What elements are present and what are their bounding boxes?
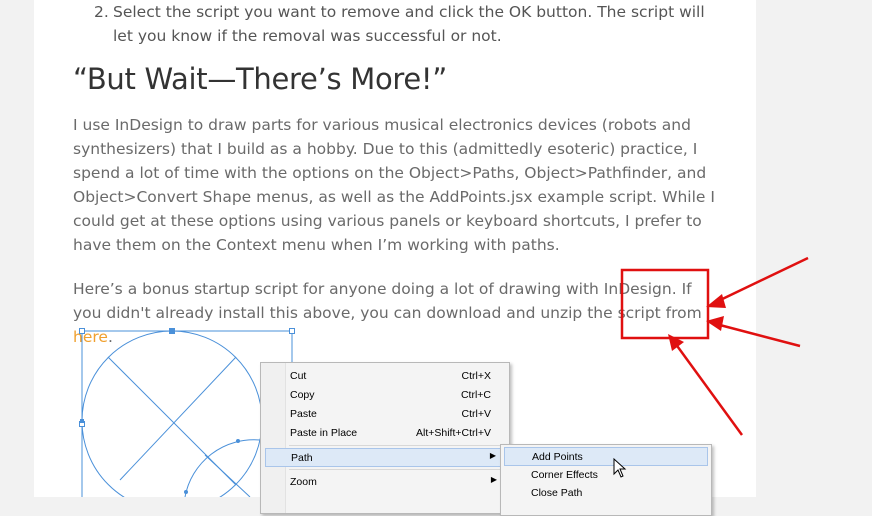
menu-item-label: Path [291, 452, 313, 464]
menu-separator [289, 469, 503, 470]
menu-item-label: Paste in Place [290, 427, 358, 439]
paragraph-bonus: Here’s a bonus startup script for anyone… [73, 277, 723, 349]
menu-item-shortcut: Ctrl+V [461, 408, 491, 420]
menu-item-shortcut: Ctrl+X [461, 370, 491, 382]
download-link[interactable]: here [73, 328, 108, 346]
menu-item-path[interactable]: Path ▶ [265, 448, 505, 467]
paragraph-bonus-text: Here’s a bonus startup script for anyone… [73, 280, 702, 322]
paragraph-bonus-end: . [107, 328, 113, 346]
menu-item-shortcut: Ctrl+C [460, 389, 491, 401]
menu-item-label: Copy [290, 389, 315, 401]
menu-item-label: Zoom [290, 476, 317, 488]
list-text: Select the script you want to remove and… [113, 3, 705, 45]
submenu-item-close-path[interactable]: Close Path [504, 484, 708, 503]
submenu-item-label: Corner Effects [531, 469, 598, 481]
submenu-item-corner-effects[interactable]: Corner Effects [504, 466, 708, 485]
menu-item-cut[interactable]: Cut Ctrl+X [265, 367, 505, 386]
menu-item-label: Cut [290, 370, 307, 382]
submenu-item-label: Close Path [531, 487, 583, 499]
menu-item-zoom[interactable]: Zoom ▶ [265, 473, 505, 492]
submenu-item-label: Add Points [532, 451, 583, 463]
path-submenu: Add Points Corner Effects Close Path [500, 444, 712, 516]
menu-item-shortcut: Alt+Shift+Ctrl+V [416, 427, 491, 439]
paragraph-intro: I use InDesign to draw parts for various… [73, 116, 715, 254]
submenu-arrow-icon: ▶ [490, 475, 497, 484]
context-menu: Cut Ctrl+X Copy Ctrl+C Paste Ctrl+V Past… [260, 362, 510, 514]
menu-item-paste[interactable]: Paste Ctrl+V [265, 405, 505, 424]
section-heading: “But Wait—There’s More!” [73, 62, 447, 96]
submenu-arrow-icon: ▶ [489, 451, 496, 460]
menu-item-copy[interactable]: Copy Ctrl+C [265, 386, 505, 405]
list-number: 2. [94, 3, 109, 21]
submenu-item-add-points[interactable]: Add Points [504, 447, 708, 466]
menu-item-paste-in-place[interactable]: Paste in Place Alt+Shift+Ctrl+V [265, 424, 505, 443]
menu-item-label: Paste [290, 408, 317, 420]
menu-separator [289, 445, 503, 446]
